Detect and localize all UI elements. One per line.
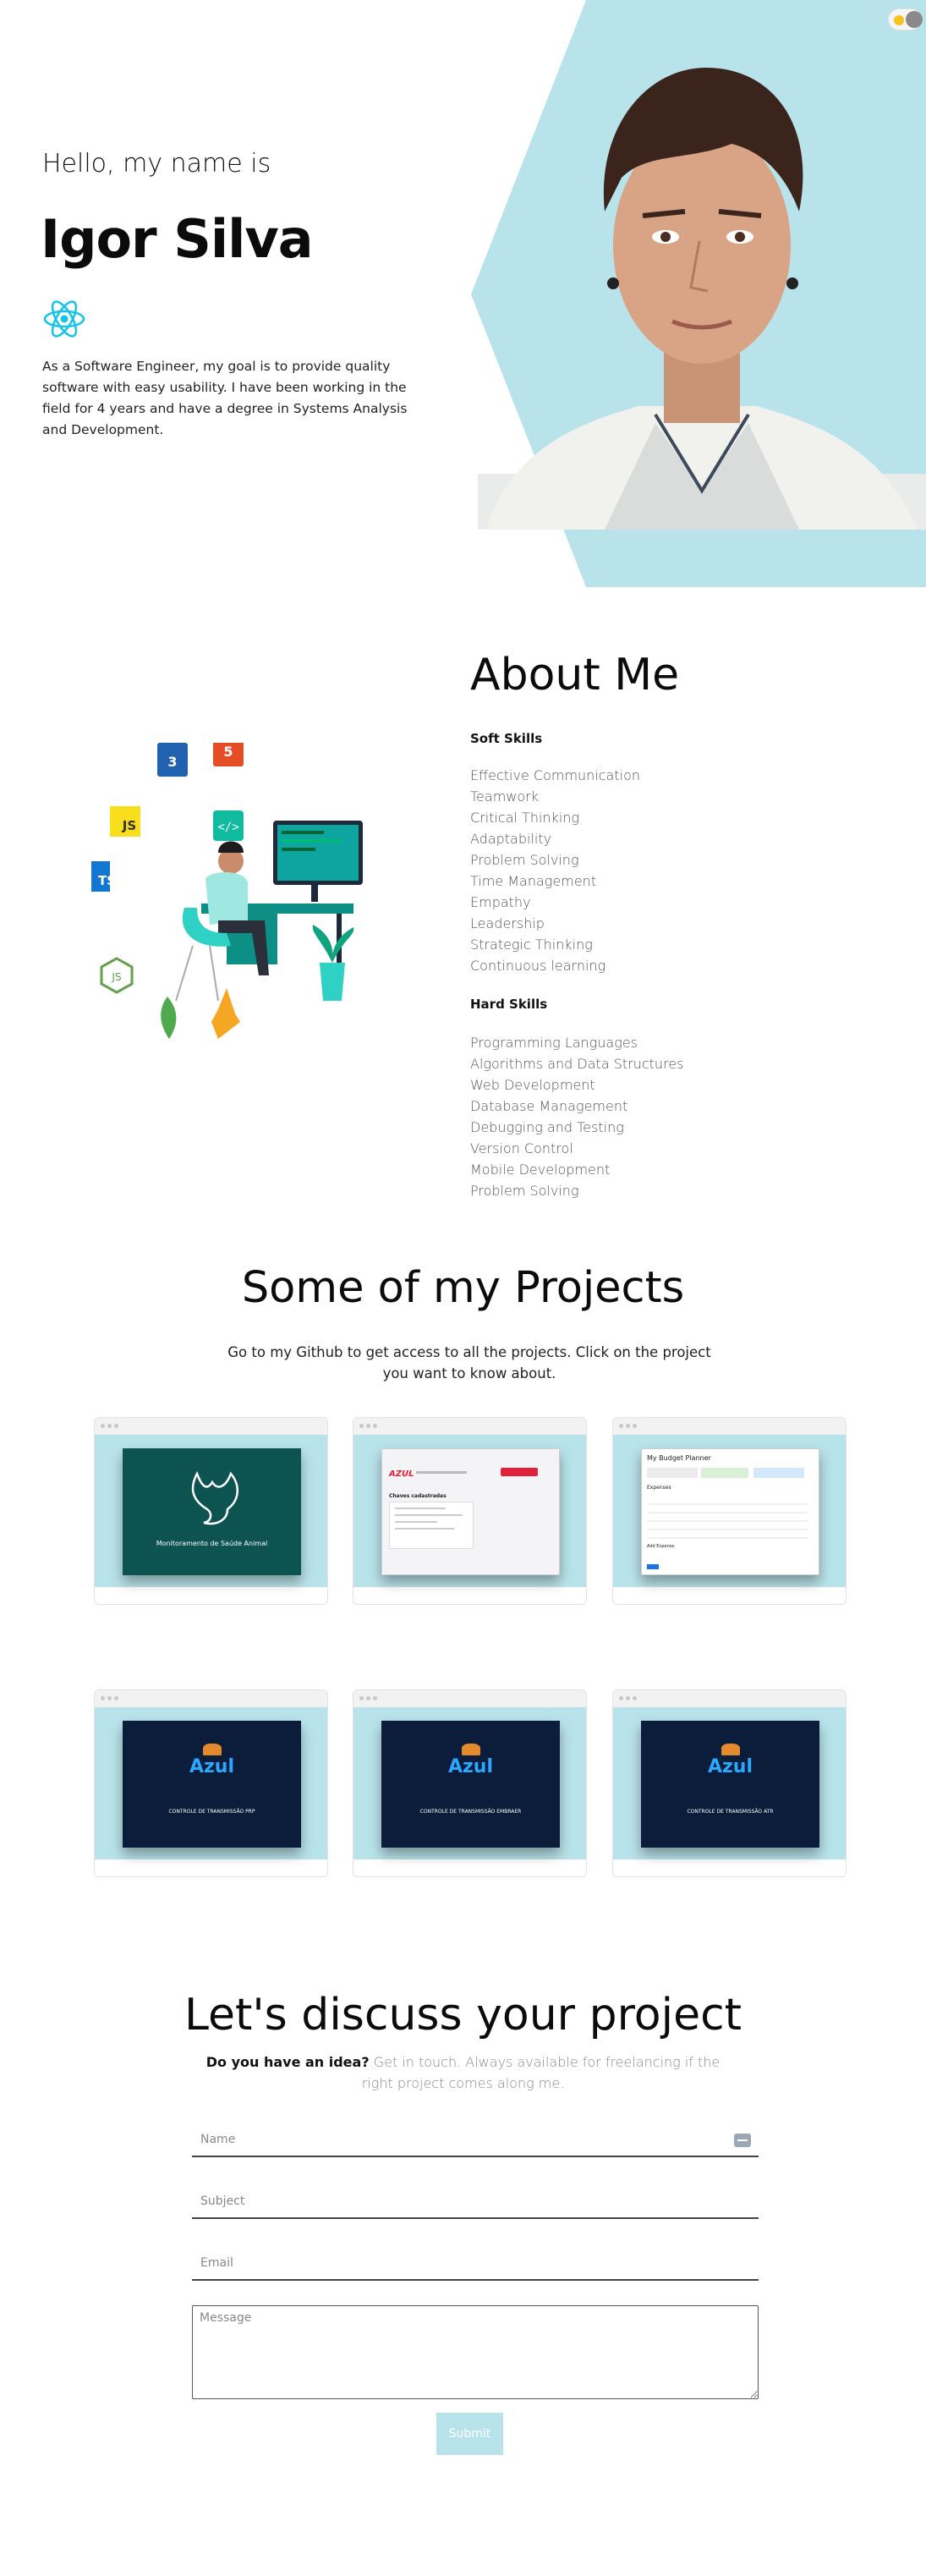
- skill-item: Empathy: [470, 894, 531, 910]
- project-caption: Monitoramento de Saúde Animal: [156, 1540, 268, 1547]
- name-input[interactable]: [192, 2123, 759, 2157]
- project-card-azul-atr[interactable]: Azul CONTROLE DE TRANSMISSÃO ATR: [612, 1689, 847, 1877]
- azul-brand-text: Azul: [447, 1756, 494, 1777]
- svg-text:</>: </>: [217, 821, 238, 834]
- new-key-button: [501, 1468, 538, 1476]
- developer-illustration: 3 5 JS TS </> JS: [91, 733, 383, 1061]
- hard-skills-heading: Hard Skills: [470, 997, 548, 1012]
- profile-portrait-image: [478, 51, 926, 533]
- svg-text:TS: TS: [98, 873, 116, 888]
- firebase-icon: [211, 988, 240, 1039]
- project-card-azul-embraer[interactable]: Azul CONTROLE DE TRANSMISSÃO EMBRAER: [353, 1689, 587, 1877]
- subject-input[interactable]: [192, 2185, 759, 2219]
- soft-skills-list: Effective Communication Teamwork Critical …: [470, 765, 640, 976]
- hero-description: As a Software Engineer, my goal is to pr…: [42, 359, 408, 437]
- project-screenshot: My Budget Planner Expenses Add Expense: [641, 1448, 819, 1575]
- about-title: About Me: [470, 650, 680, 700]
- svg-text:5: 5: [223, 744, 233, 760]
- contact-subtitle: Do you have an idea? Get in touch. Alway…: [195, 2051, 731, 2094]
- nodejs-icon: JS: [100, 957, 134, 994]
- svg-text:3: 3: [167, 754, 177, 770]
- project-screenshot: Azul CONTROLE DE TRANSMISSÃO ATR: [641, 1721, 819, 1848]
- skill-item: Teamwork: [470, 788, 540, 805]
- azul-brand-text: AZUL: [389, 1469, 414, 1479]
- skill-item: Time Management: [470, 873, 597, 889]
- keys-heading: Chaves cadastradas: [389, 1493, 447, 1499]
- card-browser-bar: [353, 1418, 586, 1435]
- azul-brand-text: Azul: [707, 1756, 753, 1777]
- budget-heading: My Budget Planner: [647, 1454, 711, 1462]
- skill-item: Problem Solving: [470, 852, 579, 868]
- hero-section: Hello, my name is Igor Silva As a Softwa…: [0, 0, 926, 587]
- card-browser-bar: [613, 1418, 846, 1435]
- skill-item: Adaptability: [470, 831, 552, 847]
- project-caption: CONTROLE DE TRANSMISSÃO PRP: [168, 1809, 255, 1815]
- card-browser-bar: [353, 1690, 586, 1707]
- submit-button[interactable]: Submit: [436, 2413, 503, 2455]
- svg-text:JS: JS: [111, 971, 121, 983]
- skill-item: Web Development: [470, 1077, 595, 1093]
- skill-item: Version Control: [470, 1140, 573, 1156]
- project-card-azul-prp[interactable]: Azul CONTROLE DE TRANSMISSÃO PRP: [94, 1689, 328, 1877]
- project-screenshot: AZUL Chaves cadastradas: [381, 1448, 560, 1575]
- skill-item: Programming Languages: [470, 1035, 638, 1051]
- azul-brand-text: Azul: [189, 1756, 235, 1777]
- contact-lead-text: Get in touch. Always available for freel…: [361, 2054, 721, 2091]
- skill-item: Debugging and Testing: [470, 1119, 624, 1135]
- contact-title: Let's discuss your project: [184, 1990, 742, 2040]
- animal-logo-icon: [191, 1470, 238, 1525]
- add-expense-heading: Add Expense: [647, 1544, 675, 1549]
- skill-item: Continuous learning: [470, 958, 606, 974]
- mongodb-icon: [161, 997, 177, 1039]
- svg-text:JS: JS: [122, 818, 136, 833]
- project-caption: CONTROLE DE TRANSMISSÃO EMBRAER: [419, 1809, 522, 1815]
- projects-subtitle: Go to my Github to get access to all the…: [227, 1344, 711, 1381]
- hero-name: Igor Silva: [41, 208, 314, 270]
- project-screenshot: Azul CONTROLE DE TRANSMISSÃO PRP: [123, 1721, 301, 1848]
- skill-item: Critical Thinking: [470, 810, 579, 826]
- skill-item: Effective Communication: [470, 767, 640, 783]
- project-card-budget-planner[interactable]: My Budget Planner Expenses Add Expense: [612, 1417, 847, 1605]
- theme-toggle[interactable]: [888, 8, 923, 30]
- skill-item: Leadership: [470, 915, 545, 931]
- project-caption: CONTROLE DE TRANSMISSÃO ATR: [687, 1809, 774, 1815]
- contact-lead-bold: Do you have an idea?: [205, 2054, 370, 2070]
- expenses-heading: Expenses: [647, 1485, 671, 1491]
- skill-item: Strategic Thinking: [470, 936, 593, 953]
- soft-skills-heading: Soft Skills: [470, 731, 543, 746]
- react-icon: [42, 299, 86, 342]
- autofill-icon[interactable]: [734, 2134, 751, 2147]
- project-screenshot: Monitoramento de Saúde Animal: [123, 1448, 301, 1575]
- projects-title: Some of my Projects: [241, 1263, 685, 1313]
- toggle-knob: [906, 11, 923, 28]
- skill-item: Database Management: [470, 1098, 628, 1114]
- card-browser-bar: [613, 1690, 846, 1707]
- skill-item: Mobile Development: [470, 1162, 611, 1178]
- hard-skills-list: Programming Languages Algorithms and Data…: [470, 1032, 683, 1201]
- project-screenshot: Azul CONTROLE DE TRANSMISSÃO EMBRAER: [381, 1721, 560, 1848]
- card-browser-bar: [95, 1690, 327, 1707]
- skill-item: Problem Solving: [470, 1183, 579, 1199]
- card-browser-bar: [95, 1418, 327, 1435]
- sun-icon: [894, 15, 904, 25]
- hero-greeting: Hello, my name is: [42, 149, 271, 179]
- skill-item: Algorithms and Data Structures: [470, 1056, 684, 1072]
- email-input[interactable]: [192, 2247, 759, 2281]
- message-textarea[interactable]: [192, 2305, 759, 2399]
- project-card-animal-health[interactable]: Monitoramento de Saúde Animal: [94, 1417, 328, 1605]
- project-card-azul-keys[interactable]: AZUL Chaves cadastradas: [353, 1417, 587, 1605]
